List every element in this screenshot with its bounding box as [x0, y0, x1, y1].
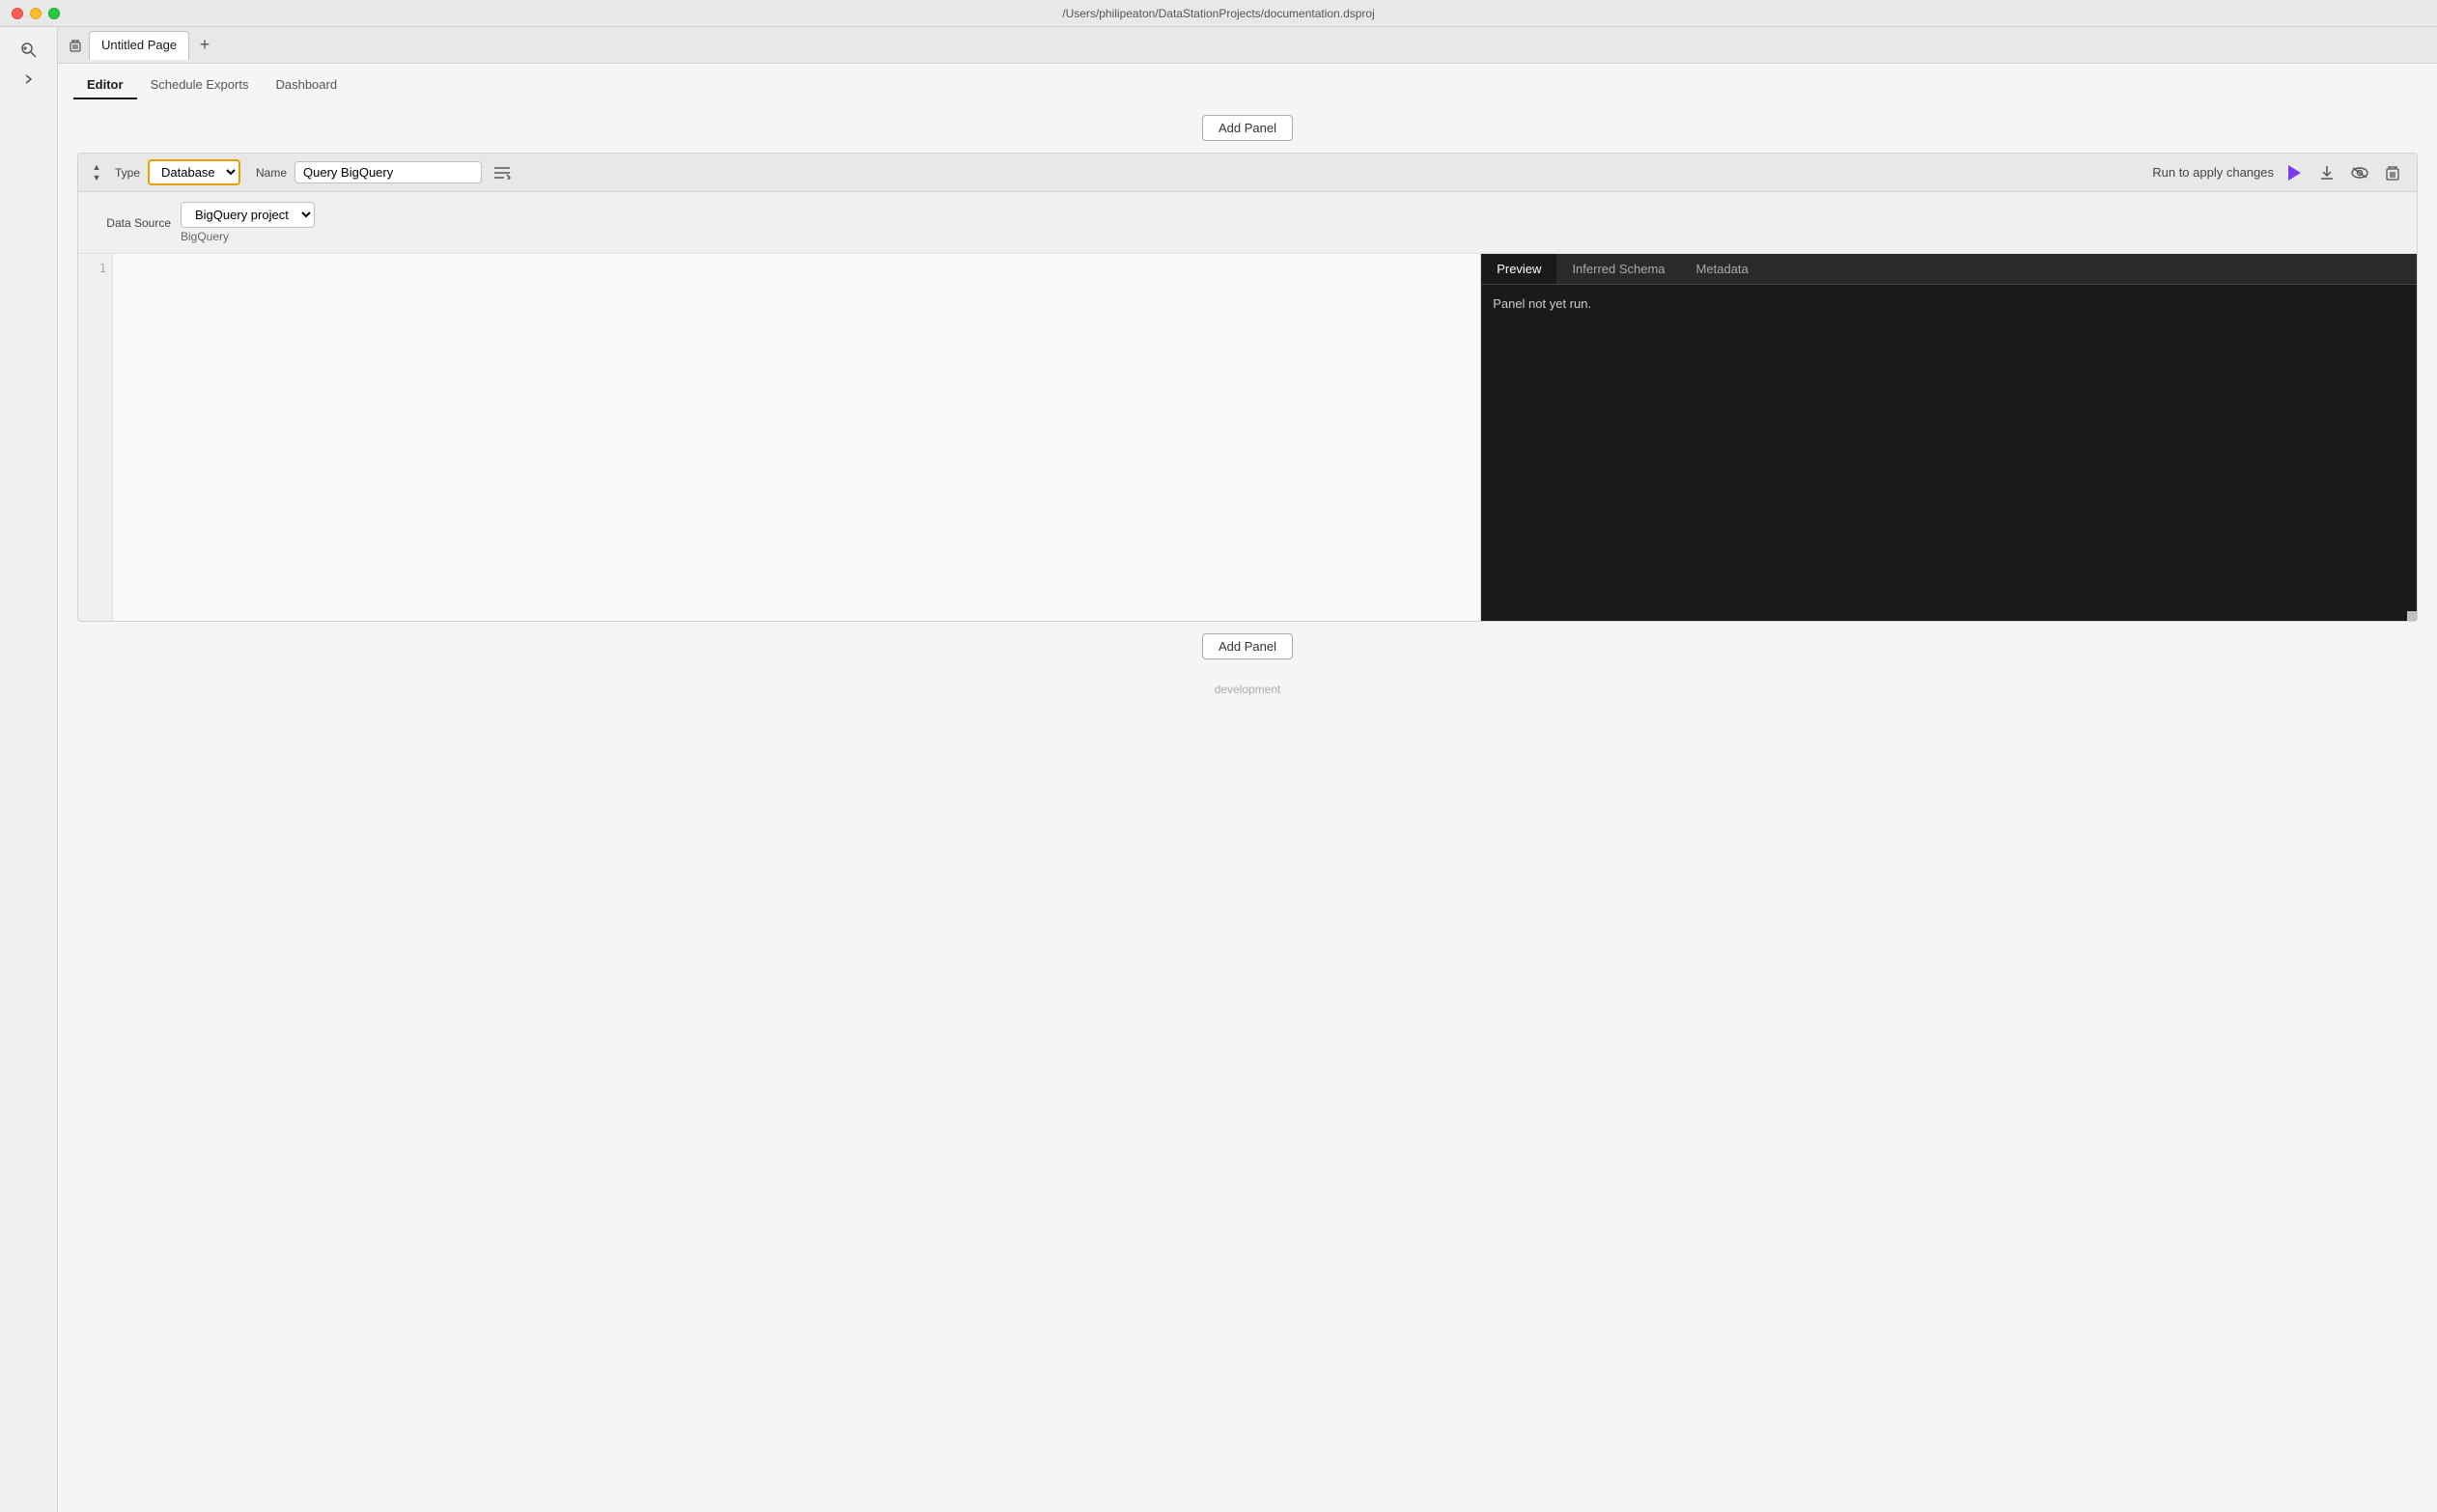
type-label: Type	[115, 166, 140, 180]
format-button[interactable]	[490, 161, 515, 184]
maximize-button[interactable]	[48, 8, 60, 19]
download-button[interactable]	[2314, 160, 2339, 185]
tab-dashboard[interactable]: Dashboard	[262, 71, 350, 99]
visibility-button[interactable]	[2347, 160, 2372, 185]
search-icon[interactable]	[17, 39, 41, 62]
add-tab-button[interactable]: +	[193, 34, 216, 57]
code-input[interactable]	[113, 254, 1480, 621]
preview-status: Panel not yet run.	[1493, 296, 1591, 311]
add-panel-top-button[interactable]: Add Panel	[1202, 115, 1293, 141]
panel-reorder: ▲ ▼	[90, 162, 103, 182]
datasource-sub: BigQuery	[181, 230, 315, 243]
env-label: development	[1215, 683, 1281, 696]
close-button[interactable]	[12, 8, 23, 19]
datasource-label: Data Source	[106, 216, 171, 230]
sidebar	[0, 27, 58, 1512]
datasource-select[interactable]: BigQuery project	[181, 202, 315, 228]
traffic-lights	[12, 8, 60, 19]
play-icon	[2288, 165, 2301, 181]
preview-content: Panel not yet run.	[1481, 285, 2417, 621]
navtabs: Editor Schedule Exports Dashboard	[58, 64, 2437, 99]
add-panel-bottom-button[interactable]: Add Panel	[1202, 633, 1293, 659]
page-tab[interactable]: Untitled Page	[89, 31, 189, 60]
page-content: Add Panel ▲ ▼ Type Database Name	[58, 99, 2437, 1512]
resize-handle[interactable]	[2407, 611, 2417, 621]
main-content: Untitled Page + Editor Schedule Exports …	[58, 27, 2437, 1512]
panel-body: Data Source BigQuery project BigQuery 1	[78, 192, 2417, 621]
preview-tabs: Preview Inferred Schema Metadata	[1481, 254, 2417, 285]
editor-preview: 1 Preview Inferred Schema	[78, 254, 2417, 621]
minimize-button[interactable]	[30, 8, 42, 19]
delete-panel-button[interactable]	[2380, 160, 2405, 185]
sidebar-expand-icon[interactable]	[19, 70, 39, 89]
name-label: Name	[256, 166, 287, 180]
app-body: Untitled Page + Editor Schedule Exports …	[0, 27, 2437, 1512]
code-editor: 1	[78, 254, 1481, 621]
footer: development	[1203, 671, 1293, 708]
line-numbers: 1	[78, 254, 113, 621]
tab-editor[interactable]: Editor	[73, 71, 137, 99]
panel-toolbar: ▲ ▼ Type Database Name	[78, 154, 2417, 192]
titlebar: /Users/philipeaton/DataStationProjects/d…	[0, 0, 2437, 27]
window-title: /Users/philipeaton/DataStationProjects/d…	[1062, 7, 1375, 20]
run-button[interactable]	[2282, 160, 2307, 185]
tab-schedule-exports[interactable]: Schedule Exports	[137, 71, 263, 99]
tab-label: Untitled Page	[101, 38, 177, 52]
panel-container: ▲ ▼ Type Database Name	[77, 153, 2418, 622]
preview-tab-preview[interactable]: Preview	[1481, 254, 1556, 284]
datasource-row: Data Source BigQuery project BigQuery	[78, 192, 2417, 254]
tabbar: Untitled Page +	[58, 27, 2437, 64]
preview-pane: Preview Inferred Schema Metadata	[1481, 254, 2417, 621]
run-label: Run to apply changes	[2152, 165, 2274, 180]
panel-down-arrow[interactable]: ▼	[90, 173, 103, 182]
delete-tab-button[interactable]	[66, 36, 85, 55]
preview-tab-metadata[interactable]: Metadata	[1681, 254, 1764, 284]
type-select[interactable]: Database	[148, 159, 240, 185]
name-input[interactable]	[294, 161, 482, 183]
preview-tab-schema[interactable]: Inferred Schema	[1556, 254, 1680, 284]
panel-up-arrow[interactable]: ▲	[90, 162, 103, 172]
